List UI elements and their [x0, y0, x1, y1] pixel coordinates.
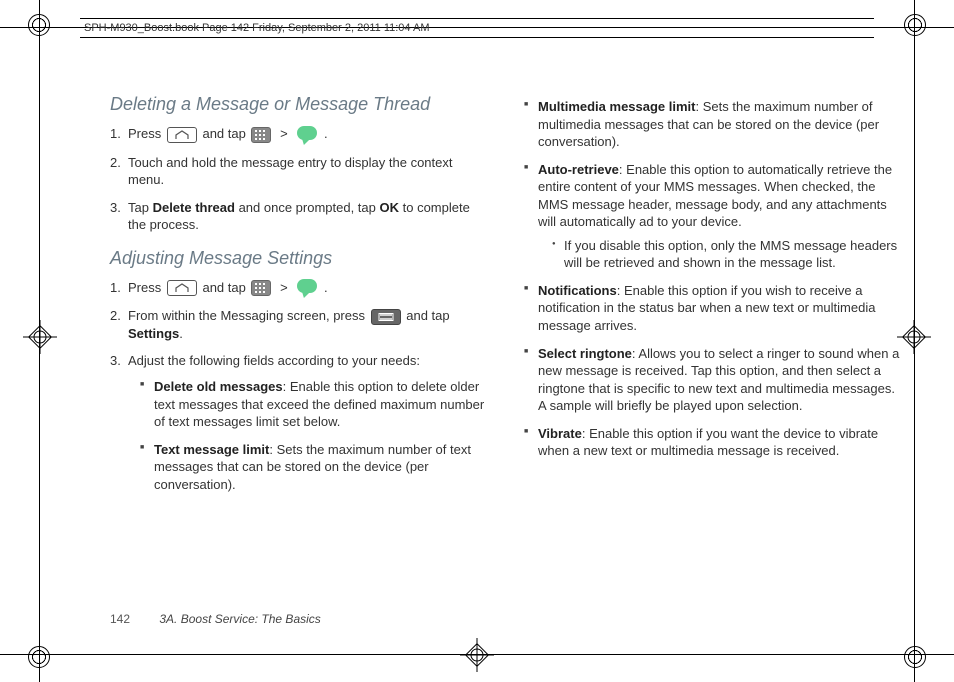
page-number: 142: [110, 612, 130, 626]
apps-key-icon: [251, 280, 271, 296]
home-key-icon: [167, 280, 197, 296]
step-number: 1.: [110, 125, 121, 143]
body-text: and tap: [406, 308, 449, 323]
body-text: .: [324, 280, 328, 295]
bold-term: Auto-retrieve: [538, 162, 619, 177]
home-key-icon: [167, 127, 197, 143]
heading-deleting: Deleting a Message or Message Thread: [110, 94, 490, 115]
step-number: 3.: [110, 199, 121, 217]
body-text: .: [179, 326, 183, 341]
bold-term: Settings: [128, 326, 179, 341]
list-item: Delete old messages: Enable this option …: [140, 378, 490, 431]
body-text: Press: [128, 280, 165, 295]
page-footer: 142 3A. Boost Service: The Basics: [110, 612, 321, 626]
crop-target-icon: [460, 638, 494, 672]
bold-term: Multimedia message limit: [538, 99, 696, 114]
header-text: SPH-M930_Boost.book Page 142 Friday, Sep…: [84, 22, 430, 34]
book-header: SPH-M930_Boost.book Page 142 Friday, Sep…: [80, 18, 874, 38]
bold-term: Vibrate: [538, 426, 582, 441]
bold-term: Text message limit: [154, 442, 269, 457]
chevron-text: >: [280, 126, 288, 141]
body-text: and once prompted, tap: [235, 200, 380, 215]
body-text: If you disable this option, only the MMS…: [564, 238, 897, 271]
list-item: Multimedia message limit: Sets the maxim…: [524, 98, 904, 151]
page-content: Deleting a Message or Message Thread 1. …: [110, 90, 904, 602]
body-text: Touch and hold the message entry to disp…: [128, 155, 452, 188]
bold-term: Delete thread: [153, 200, 235, 215]
body-text: and tap: [202, 280, 249, 295]
messaging-icon: [296, 126, 318, 144]
crop-corner-icon: [904, 646, 926, 668]
bold-term: OK: [380, 200, 400, 215]
body-text: and tap: [202, 126, 249, 141]
step-number: 2.: [110, 307, 121, 325]
step-number: 2.: [110, 154, 121, 172]
messaging-icon: [296, 279, 318, 297]
bold-term: Notifications: [538, 283, 617, 298]
list-item: Vibrate: Enable this option if you want …: [524, 425, 904, 460]
footer-section: 3A. Boost Service: The Basics: [159, 612, 320, 626]
step-number: 3.: [110, 352, 121, 370]
list-item: 1. Press and tap > .: [110, 279, 490, 298]
list-item: Text message limit: Sets the maximum num…: [140, 441, 490, 494]
menu-key-icon: [371, 309, 401, 325]
body-text: Adjust the following fields according to…: [128, 353, 420, 368]
list-item: 2. From within the Messaging screen, pre…: [110, 307, 490, 342]
body-text: .: [324, 126, 328, 141]
crop-target-icon: [23, 320, 57, 354]
list-item: If you disable this option, only the MMS…: [552, 237, 904, 272]
column-left: Deleting a Message or Message Thread 1. …: [110, 90, 490, 503]
column-right: Multimedia message limit: Sets the maxim…: [524, 90, 904, 503]
list-item: 2. Touch and hold the message entry to d…: [110, 154, 490, 189]
list-item: Select ringtone: Allows you to select a …: [524, 345, 904, 415]
body-text: Press: [128, 126, 165, 141]
body-text: : Enable this option if you want the dev…: [538, 426, 878, 459]
bold-term: Select ringtone: [538, 346, 632, 361]
body-text: Tap: [128, 200, 153, 215]
crop-corner-icon: [904, 14, 926, 36]
list-item: 1. Press and tap > .: [110, 125, 490, 144]
list-item: Auto-retrieve: Enable this option to aut…: [524, 161, 904, 272]
step-number: 1.: [110, 279, 121, 297]
body-text: From within the Messaging screen, press: [128, 308, 369, 323]
chevron-text: >: [280, 280, 288, 295]
list-item: 3. Tap Delete thread and once prompted, …: [110, 199, 490, 234]
list-item: Notifications: Enable this option if you…: [524, 282, 904, 335]
bold-term: Delete old messages: [154, 379, 283, 394]
list-item: 3. Adjust the following fields according…: [110, 352, 490, 493]
heading-adjusting: Adjusting Message Settings: [110, 248, 490, 269]
apps-key-icon: [251, 127, 271, 143]
